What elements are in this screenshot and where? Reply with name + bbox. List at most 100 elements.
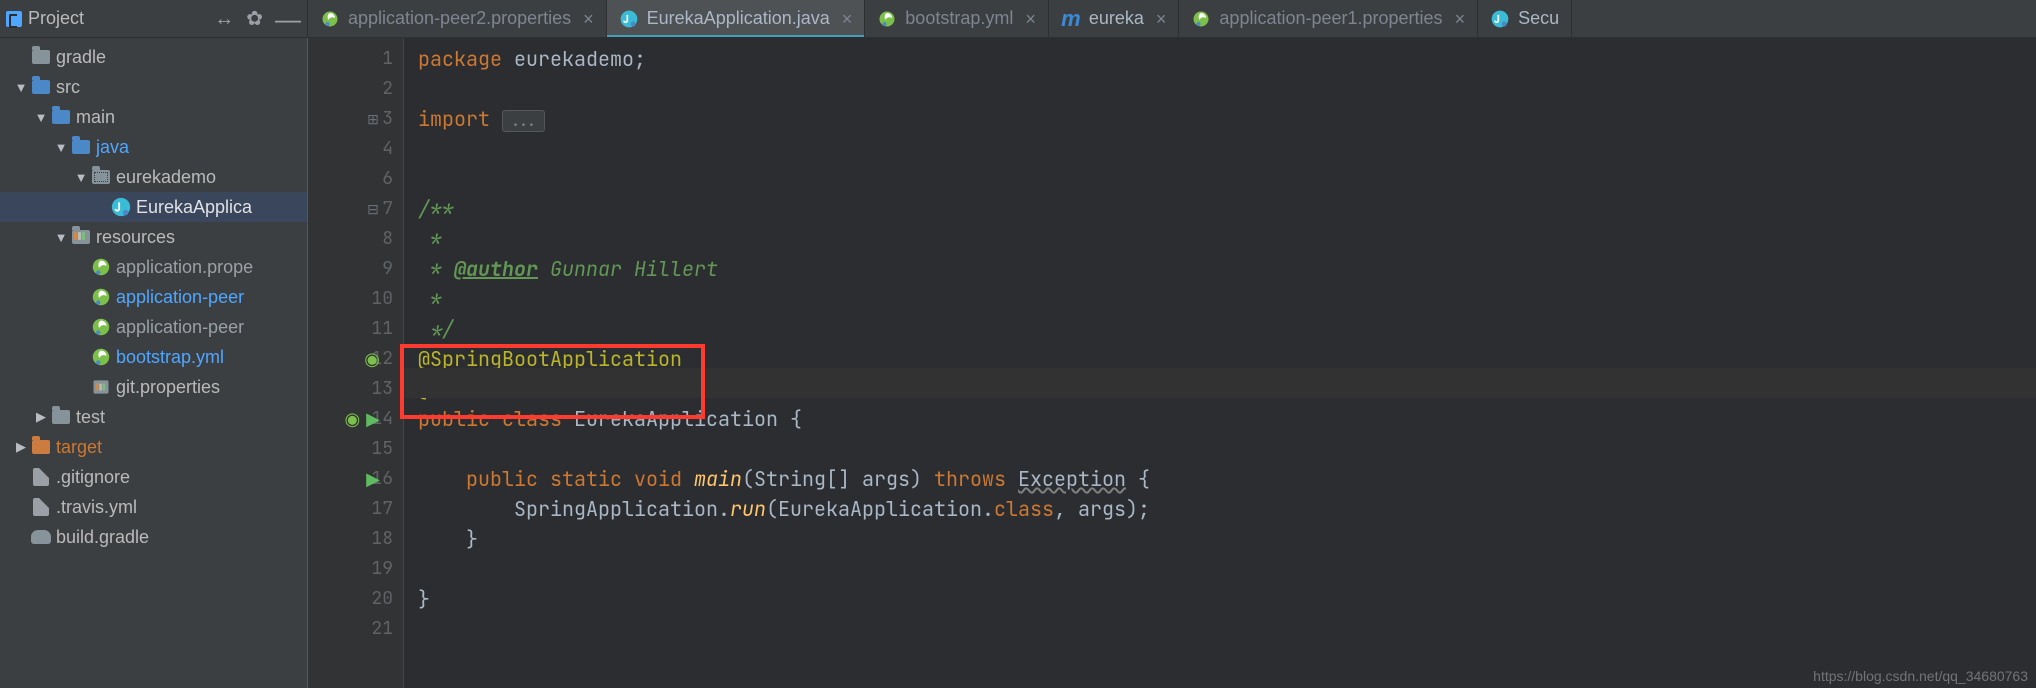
chevron-down-icon[interactable] (12, 80, 30, 95)
tree-label: build.gradle (56, 527, 149, 548)
folder-icon (50, 110, 72, 124)
tree-node[interactable]: application-peer (0, 282, 307, 312)
project-tree: gradle src main java eurekademo EurekaApplica… (0, 38, 307, 556)
editor-tab[interactable]: application-peer2.properties × (308, 0, 607, 37)
tree-label: java (96, 137, 129, 158)
watermark: https://blog.csdn.net/qq_34680763 (1813, 668, 2028, 684)
tree-node[interactable]: eurekademo (0, 162, 307, 192)
tab-label: application-peer1.properties (1219, 8, 1442, 29)
spring-icon (1191, 9, 1211, 29)
tree-node[interactable]: test (0, 402, 307, 432)
tab-label: EurekaApplication.java (647, 8, 830, 29)
tree-node[interactable]: bootstrap.yml (0, 342, 307, 372)
close-icon[interactable]: × (1152, 10, 1167, 28)
editor-tab[interactable]: EurekaApplication.java × (607, 0, 866, 37)
tab-label: Secu (1518, 8, 1559, 29)
folder-icon (90, 170, 112, 184)
folder-icon (50, 410, 72, 424)
folder-icon (30, 468, 52, 486)
spring-bean-icon[interactable]: ◉ (364, 349, 380, 370)
tree-label: EurekaApplica (136, 197, 252, 218)
tree-node[interactable]: src (0, 72, 307, 102)
tree-label: .gitignore (56, 467, 130, 488)
tree-label: git.properties (116, 377, 220, 398)
tree-label: gradle (56, 47, 106, 68)
chevron-down-icon[interactable] (32, 110, 50, 125)
project-toolbar: ↔ ✿ — (214, 6, 301, 32)
close-icon[interactable]: × (1451, 10, 1466, 28)
spring-icon (90, 346, 112, 368)
tree-label: target (56, 437, 102, 458)
editor-tab[interactable]: meureka × (1049, 0, 1180, 37)
gear-icon[interactable]: ✿ (246, 9, 263, 29)
tab-label: application-peer2.properties (348, 8, 571, 29)
spring-icon (90, 256, 112, 278)
tree-node[interactable]: application.prope (0, 252, 307, 282)
tree-node[interactable]: EurekaApplica (0, 192, 307, 222)
chevron-right-icon[interactable] (12, 439, 30, 455)
folder-icon (30, 50, 52, 64)
project-toolwindow-header[interactable]: Project ↔ ✿ — (0, 0, 308, 37)
folder-icon (70, 230, 92, 244)
spring-icon (90, 286, 112, 308)
fold-icon[interactable]: ⊞ (366, 111, 380, 128)
folder-icon (70, 140, 92, 154)
close-icon[interactable]: × (838, 10, 853, 28)
spring-bean-icon[interactable]: ◉ (344, 409, 360, 430)
folder-icon (30, 498, 52, 516)
close-icon[interactable]: × (1021, 10, 1036, 28)
editor-tab[interactable]: Secu (1478, 0, 1572, 37)
tree-node[interactable]: git.properties (0, 372, 307, 402)
editor[interactable]: 12346789101112131415161718192021 package… (308, 38, 2036, 688)
editor-tab[interactable]: application-peer1.properties × (1179, 0, 1478, 37)
tab-label: eureka (1089, 8, 1144, 29)
editor-tab[interactable]: bootstrap.yml× (865, 0, 1049, 37)
run-gutter-icon[interactable]: ▶ (366, 409, 380, 430)
caret-line-highlight (404, 368, 2036, 398)
chevron-down-icon[interactable] (52, 140, 70, 155)
chevron-down-icon[interactable] (52, 230, 70, 245)
run-gutter-icon[interactable]: ▶ (366, 469, 380, 490)
java-icon (1490, 9, 1510, 29)
main-area: gradle src main java eurekademo EurekaApplica… (0, 38, 2036, 688)
tree-node[interactable]: resources (0, 222, 307, 252)
tree-node[interactable]: .travis.yml (0, 492, 307, 522)
hide-icon[interactable]: — (275, 6, 301, 32)
folder-icon (30, 530, 52, 544)
tree-label: src (56, 77, 80, 98)
m-icon: m (1061, 9, 1081, 29)
line-number[interactable]: 17 (308, 494, 393, 524)
tree-node[interactable]: build.gradle (0, 522, 307, 552)
code-area[interactable]: package eurekademo; import ... /** * * @… (404, 38, 2036, 688)
tree-label: resources (96, 227, 175, 248)
tree-label: application-peer (116, 317, 244, 338)
line-number[interactable]: 21 (308, 614, 393, 644)
tree-node[interactable]: main (0, 102, 307, 132)
close-icon[interactable]: × (579, 10, 594, 28)
fold-icon[interactable]: ⊟ (366, 201, 380, 218)
fold-ellipsis[interactable]: ... (502, 110, 545, 132)
tree-node[interactable]: gradle (0, 42, 307, 72)
tree-label: .travis.yml (56, 497, 137, 518)
folder-icon (30, 80, 52, 94)
tree-label: test (76, 407, 105, 428)
java-icon (110, 196, 132, 218)
top-bar: Project ↔ ✿ — application-peer2.properti… (0, 0, 2036, 38)
project-icon (6, 11, 22, 27)
folder-icon (30, 440, 52, 454)
chevron-down-icon[interactable] (72, 170, 90, 185)
project-label: Project (28, 8, 214, 29)
editor-tabs: application-peer2.properties×EurekaAppli… (308, 0, 2036, 37)
gitprops-icon (90, 377, 112, 397)
tree-label: bootstrap.yml (116, 347, 224, 368)
line-number[interactable]: 19 (308, 554, 393, 584)
line-number[interactable]: 20 (308, 584, 393, 614)
line-number[interactable]: 18 (308, 524, 393, 554)
tree-node[interactable]: application-peer (0, 312, 307, 342)
tree-node[interactable]: .gitignore (0, 462, 307, 492)
tree-node[interactable]: target (0, 432, 307, 462)
chevron-right-icon[interactable] (32, 409, 50, 425)
expand-icon[interactable]: ↔ (214, 9, 234, 29)
tree-node[interactable]: java (0, 132, 307, 162)
project-tree-panel[interactable]: gradle src main java eurekademo EurekaApplica… (0, 38, 308, 688)
